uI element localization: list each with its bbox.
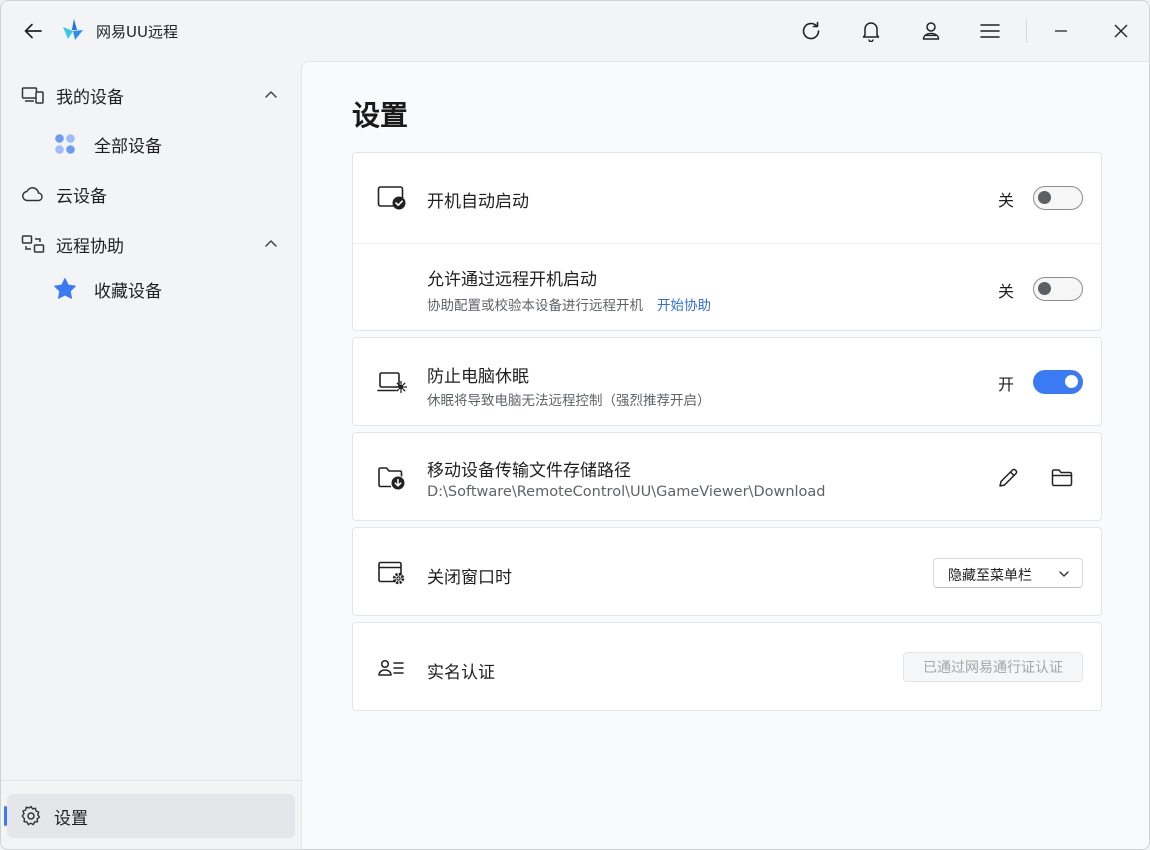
- notifications-button[interactable]: [855, 15, 887, 47]
- sidebar-item-label: 全部设备: [94, 136, 162, 157]
- user-list-icon: [377, 653, 407, 683]
- auto-start-toggle[interactable]: [1033, 186, 1083, 210]
- devices-icon: [21, 84, 45, 106]
- prevent-sleep-card: 防止电脑休眠 休眠将导致电脑无法远程控制（强烈推荐开启） 开: [352, 337, 1102, 426]
- menu-icon: [980, 24, 1000, 38]
- page-title: 设置: [352, 99, 409, 132]
- sidebar-item-label: 我的设备: [56, 87, 124, 108]
- cloud-icon: [21, 183, 45, 205]
- titlebar-divider: [1026, 19, 1027, 43]
- toggle-knob: [1038, 282, 1051, 295]
- prevent-sleep-title: 防止电脑休眠: [427, 367, 529, 387]
- sidebar-item-remote-assist[interactable]: 远程协助: [9, 222, 297, 266]
- app-logo-icon: [63, 19, 83, 40]
- close-behavior-select[interactable]: 隐藏至菜单栏: [933, 558, 1083, 588]
- edit-path-button[interactable]: [993, 463, 1023, 493]
- startup-card: 开机自动启动 关 允许通过远程开机启动 协助配置或校验本设备进行远程开机 开始协助…: [352, 152, 1102, 331]
- verified-button: 已通过网易通行证认证: [903, 652, 1083, 682]
- close-behavior-value: 隐藏至菜单栏: [948, 568, 1032, 584]
- app-window: 网易UU远程 我的设备 全部设备 云设备 远程协助 收藏设备 设置 设置 开机自…: [0, 0, 1150, 850]
- close-icon: [1114, 24, 1128, 38]
- chevron-up-icon[interactable]: [263, 236, 279, 252]
- remote-boot-toggle[interactable]: [1033, 277, 1083, 301]
- open-folder-button[interactable]: [1047, 463, 1077, 493]
- chevron-down-icon: [1059, 571, 1069, 577]
- pencil-icon: [999, 468, 1018, 487]
- storage-path-value: D:\Software\RemoteControl\UU\GameViewer\…: [427, 484, 826, 500]
- gear-icon: [19, 805, 43, 827]
- close-window-card: 关闭窗口时 隐藏至菜单栏: [352, 527, 1102, 616]
- back-button[interactable]: [19, 17, 47, 45]
- remote-assist-icon: [21, 233, 45, 255]
- auto-start-row: 开机自动启动 关: [353, 153, 1101, 243]
- remote-boot-state: 关: [998, 282, 1015, 301]
- account-button[interactable]: [915, 15, 947, 47]
- close-window-title: 关闭窗口时: [427, 568, 512, 588]
- remote-boot-subtitle: 协助配置或校验本设备进行远程开机 开始协助: [427, 294, 711, 314]
- title-bar: 网易UU远程: [1, 1, 1149, 61]
- sidebar: 我的设备 全部设备 云设备 远程协助 收藏设备 设置: [1, 61, 301, 849]
- remote-boot-title: 允许通过远程开机启动: [427, 270, 597, 290]
- real-name-row: 实名认证 已通过网易通行证认证: [353, 623, 1101, 712]
- prevent-sleep-toggle[interactable]: [1033, 370, 1083, 394]
- refresh-icon: [802, 21, 820, 40]
- app-title: 网易UU远程: [96, 23, 178, 41]
- grid-dots-icon: [53, 133, 77, 155]
- toggle-knob: [1065, 375, 1078, 388]
- sidebar-divider: [1, 780, 301, 781]
- sidebar-item-cloud-devices[interactable]: 云设备: [9, 172, 297, 216]
- user-icon: [922, 22, 940, 40]
- storage-path-card: 移动设备传输文件存储路径 D:\Software\RemoteControl\U…: [352, 432, 1102, 521]
- startup-window-icon: [377, 183, 407, 213]
- star-icon: [53, 278, 77, 300]
- auto-start-state: 关: [998, 191, 1015, 210]
- close-button[interactable]: [1105, 15, 1137, 47]
- minimize-icon: [1055, 30, 1067, 32]
- sidebar-item-label: 设置: [54, 808, 88, 829]
- real-name-card: 实名认证 已通过网易通行证认证: [352, 622, 1102, 711]
- prevent-sleep-state: 开: [998, 375, 1015, 394]
- laptop-sun-icon: [377, 368, 407, 398]
- storage-path-title: 移动设备传输文件存储路径: [427, 461, 631, 481]
- minimize-button[interactable]: [1045, 15, 1077, 47]
- refresh-button[interactable]: [795, 15, 827, 47]
- back-arrow-icon: [24, 23, 42, 39]
- close-window-row: 关闭窗口时 隐藏至菜单栏: [353, 528, 1101, 617]
- sidebar-item-label: 收藏设备: [94, 281, 162, 302]
- prevent-sleep-subtitle: 休眠将导致电脑无法远程控制（强烈推荐开启）: [427, 393, 711, 409]
- bell-icon: [862, 22, 880, 42]
- remote-boot-description: 协助配置或校验本设备进行远程开机: [427, 298, 643, 314]
- sidebar-item-favorites[interactable]: 收藏设备: [9, 267, 297, 311]
- sidebar-item-all-devices[interactable]: 全部设备: [9, 122, 297, 166]
- active-indicator: [4, 806, 7, 826]
- start-assist-link[interactable]: 开始协助: [657, 298, 711, 314]
- storage-path-row: 移动设备传输文件存储路径 D:\Software\RemoteControl\U…: [353, 433, 1101, 522]
- remote-boot-row: 允许通过远程开机启动 协助配置或校验本设备进行远程开机 开始协助 关: [353, 244, 1101, 332]
- sidebar-item-my-devices[interactable]: 我的设备: [9, 73, 297, 117]
- sidebar-item-label: 云设备: [56, 186, 107, 207]
- folder-download-icon: [377, 463, 407, 493]
- prevent-sleep-row: 防止电脑休眠 休眠将导致电脑无法远程控制（强烈推荐开启） 开: [353, 338, 1101, 427]
- folder-icon: [1051, 469, 1073, 487]
- auto-start-title: 开机自动启动: [427, 192, 529, 212]
- real-name-title: 实名认证: [427, 663, 495, 683]
- chevron-up-icon[interactable]: [263, 87, 279, 103]
- sidebar-item-label: 远程协助: [56, 236, 124, 257]
- menu-button[interactable]: [974, 15, 1006, 47]
- settings-panel: 设置 开机自动启动 关 允许通过远程开机启动 协助配置或校验本设备进行远程开机开…: [301, 61, 1149, 849]
- window-gear-icon: [377, 558, 407, 588]
- toggle-knob: [1038, 191, 1051, 204]
- sidebar-item-settings[interactable]: 设置: [4, 794, 295, 838]
